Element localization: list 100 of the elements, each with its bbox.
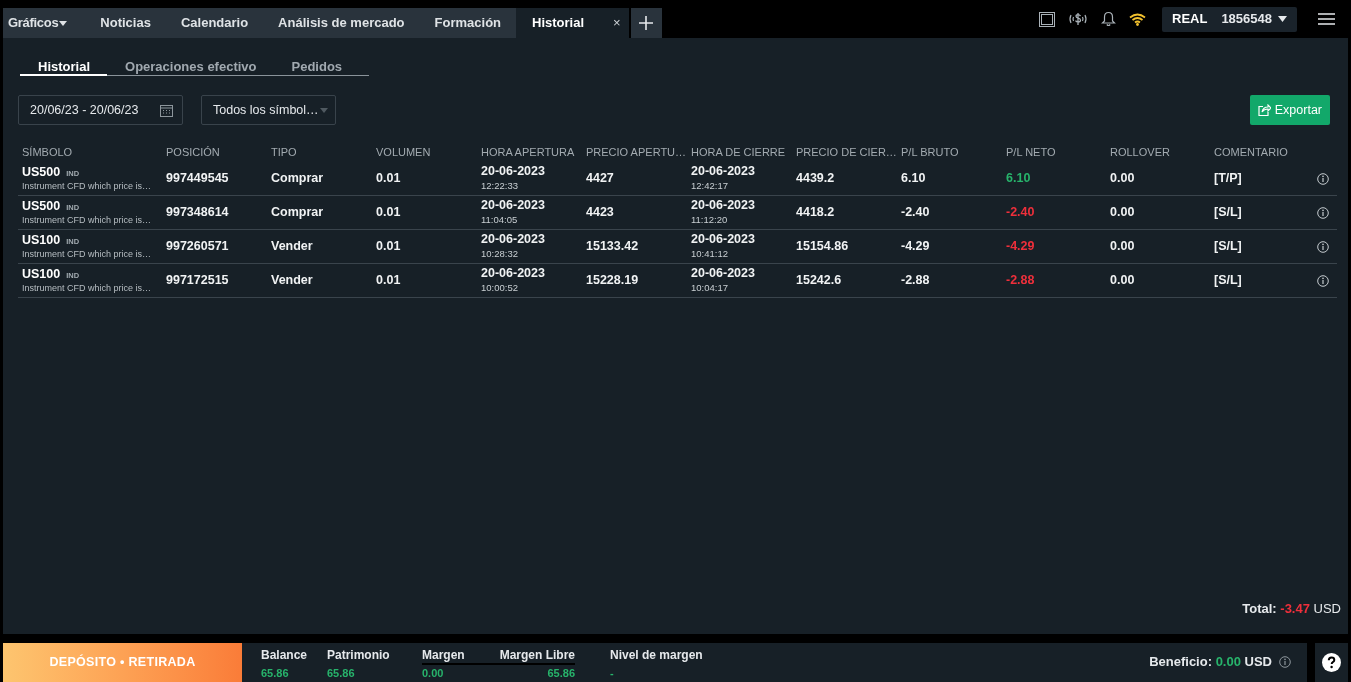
table-cell-text: -4.29 xyxy=(901,238,931,256)
calendar-icon[interactable] xyxy=(160,103,173,117)
table-cell-text: Vender xyxy=(271,272,314,290)
table-cell-text: 0.00 xyxy=(1110,170,1136,188)
table-cell-text: -4.29 xyxy=(1006,238,1036,256)
time-text: 11:04:05 xyxy=(481,213,519,226)
table-cell-text: 0.01 xyxy=(376,170,402,188)
tab[interactable]: Noticias xyxy=(85,8,166,38)
stat-value: 0.00 xyxy=(422,666,444,680)
time-text: 10:41:12 xyxy=(691,247,729,260)
bell-icon[interactable] xyxy=(1101,11,1116,27)
column-header: ROLLOVER xyxy=(1110,144,1171,160)
total-text: Total: -3.47 USD xyxy=(1242,599,1341,618)
time-text: 10:04:17 xyxy=(691,281,729,294)
close-icon[interactable]: × xyxy=(613,13,621,33)
stat-value: 65.86 xyxy=(547,666,575,680)
time-text: 10:00:52 xyxy=(481,281,519,294)
time-text: 12:22:33 xyxy=(481,179,519,192)
sub-tab[interactable]: Pedidos xyxy=(274,57,360,75)
table-cell-text: [T/P] xyxy=(1214,170,1243,188)
info-icon[interactable] xyxy=(1279,656,1291,668)
account-selector[interactable]: REAL 1856548 xyxy=(1162,6,1297,32)
sub-tab[interactable]: Historial xyxy=(20,57,107,76)
date-text: 20-06-2023 xyxy=(481,165,546,178)
wifi-icon xyxy=(1129,12,1146,26)
column-header: TIPO xyxy=(271,144,298,160)
table-cell-text: 4423 xyxy=(586,204,615,222)
menu-icon[interactable] xyxy=(1318,13,1335,25)
date-text: 20-06-2023 xyxy=(691,199,756,212)
column-header: POSICIÓN xyxy=(166,144,221,160)
column-header: SÍMBOLO xyxy=(22,144,74,160)
table-cell-text: 997449545 xyxy=(166,170,230,188)
table-cell-text: 997172515 xyxy=(166,272,230,290)
info-icon[interactable] xyxy=(1317,240,1329,253)
info-icon[interactable] xyxy=(1317,172,1329,185)
table-cell-text: 997260571 xyxy=(166,238,230,256)
date-range-field[interactable]: 20/06/23 - 20/06/23 xyxy=(18,95,183,125)
table-cell-text: [S/L] xyxy=(1214,204,1243,222)
caret-icon xyxy=(320,107,328,113)
info-icon[interactable] xyxy=(1317,274,1329,287)
symbol-text: US500 xyxy=(22,165,61,178)
column-header: PRECIO DE CIER… xyxy=(796,144,898,160)
column-header: HORA APERTURA xyxy=(481,144,576,160)
description-text: Instrument CFD which price is… xyxy=(22,247,153,260)
stat-label: Balance xyxy=(261,648,309,662)
table-cell-text: 0.01 xyxy=(376,272,402,290)
stat-value: 65.86 xyxy=(261,666,290,680)
table-cell-text: 0.00 xyxy=(1110,272,1136,290)
table-cell-text: -2.40 xyxy=(1006,204,1036,222)
date-text: 20-06-2023 xyxy=(691,267,756,280)
symbol-dropdown[interactable]: Todos los símbol… xyxy=(201,95,336,125)
table-cell-text: 0.01 xyxy=(376,204,402,222)
symbol-text: US500 xyxy=(22,199,61,212)
help-icon[interactable] xyxy=(1322,653,1341,672)
share-icon xyxy=(1257,104,1271,116)
table-cell-text: Comprar xyxy=(271,204,325,222)
table-cell-text: -2.88 xyxy=(1006,272,1036,290)
table-cell-text: 0.00 xyxy=(1110,204,1136,222)
table-cell-text: 4427 xyxy=(586,170,615,188)
tab[interactable]: Análisis de mercado xyxy=(263,8,420,38)
table-cell-text: 15228.19 xyxy=(586,272,640,290)
stat-value: - xyxy=(610,666,615,680)
table-cell-text: -2.40 xyxy=(901,204,931,222)
description-text: Instrument CFD which price is… xyxy=(22,281,153,294)
date-text: 20-06-2023 xyxy=(481,233,546,246)
date-text: 20-06-2023 xyxy=(691,233,756,246)
table-cell-text: 6.10 xyxy=(1006,170,1032,188)
table-cell-text: [S/L] xyxy=(1214,238,1243,256)
add-tab-button[interactable] xyxy=(630,8,662,38)
date-text: 20-06-2023 xyxy=(691,165,756,178)
table-cell-text: 15133.42 xyxy=(586,238,640,256)
column-header: HORA DE CIERRE xyxy=(691,144,787,160)
table-cell-text: 4418.2 xyxy=(796,204,836,222)
tab[interactable]: Formación xyxy=(419,8,517,38)
stat-label: Nivel de margen xyxy=(610,648,703,662)
column-header: P/L NETO xyxy=(1006,144,1057,160)
sub-tab[interactable]: Operaciones efectivo xyxy=(108,57,274,75)
table-cell-text: -2.88 xyxy=(901,272,931,290)
stat-label: Margen Libre xyxy=(499,648,575,662)
stat-value: 65.86 xyxy=(327,666,356,680)
table-cell-text: Vender xyxy=(271,238,314,256)
column-header: PRECIO APERTU… xyxy=(586,144,688,160)
tab[interactable]: Historial × xyxy=(516,8,629,38)
table-cell-text: 0.01 xyxy=(376,238,402,256)
table-cell-text: Comprar xyxy=(271,170,325,188)
plus-icon xyxy=(639,16,654,30)
info-icon[interactable] xyxy=(1317,206,1329,219)
table-cell-text: [S/L] xyxy=(1214,272,1243,290)
time-text: 11:12:20 xyxy=(691,213,729,226)
tab[interactable]: Calendario xyxy=(165,8,264,38)
symbol-text: US100 xyxy=(22,233,61,246)
date-text: 20-06-2023 xyxy=(481,267,546,280)
table-cell-text: 4439.2 xyxy=(796,170,836,188)
column-header: P/L BRUTO xyxy=(901,144,960,160)
fullscreen-icon[interactable] xyxy=(1039,11,1055,27)
table-cell-text: 15154.86 xyxy=(796,238,850,256)
tab[interactable]: Gráficos xyxy=(3,8,86,38)
dollar-signal-icon[interactable] xyxy=(1068,11,1088,27)
caret-icon xyxy=(1278,16,1287,22)
stat-label: Patrimonio xyxy=(327,648,391,662)
